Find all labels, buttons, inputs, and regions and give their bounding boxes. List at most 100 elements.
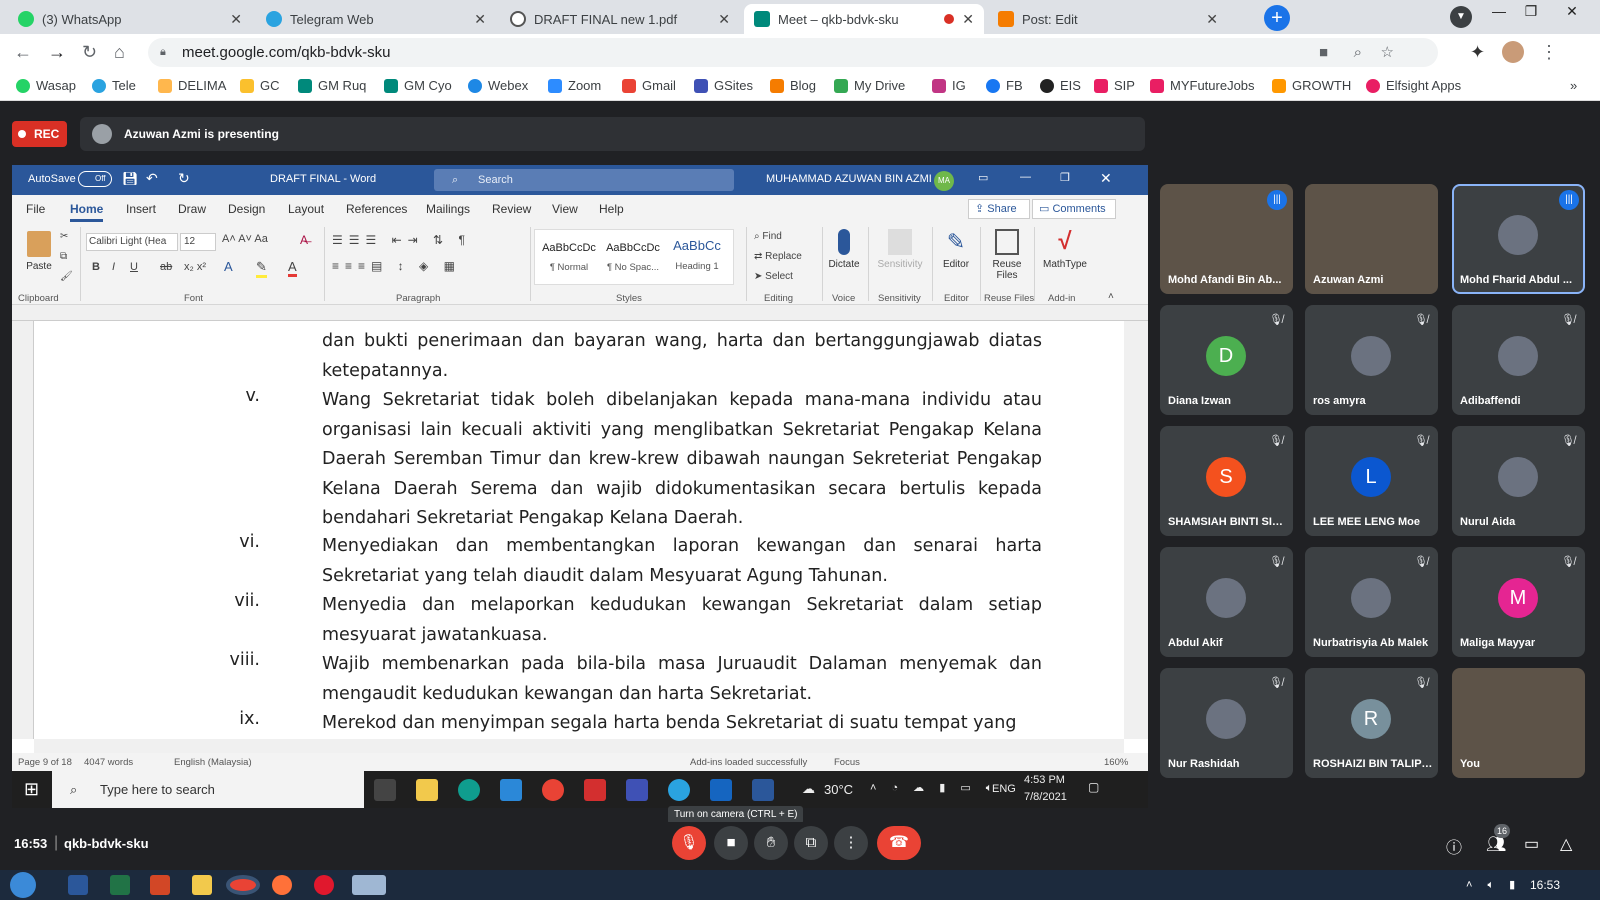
menu-icon[interactable]: ⋮ — [1540, 42, 1558, 63]
find-button[interactable]: ⌕ Find — [754, 231, 782, 242]
participant-tile[interactable]: S 🎙︎̸ SHAMSIAH BINTI SID... — [1160, 426, 1293, 536]
close-window-icon[interactable]: ✕ — [1552, 0, 1592, 24]
forward-icon[interactable]: → — [48, 42, 66, 63]
bookmark-zoom[interactable]: Zoom — [548, 78, 601, 93]
task-view-icon[interactable] — [374, 779, 396, 801]
microphone-off-button[interactable]: 🎙︎ — [672, 826, 706, 860]
italic-icon[interactable]: I — [112, 261, 115, 273]
chrome-icon[interactable] — [542, 779, 564, 801]
mathtype-button[interactable]: √ MathType — [1038, 229, 1092, 271]
chevron-right-icon[interactable]: » — [1570, 78, 1577, 93]
back-icon[interactable]: ← — [14, 42, 32, 63]
redo-icon[interactable]: ↻ — [178, 170, 190, 187]
reuse-files-button[interactable]: Reuse Files — [984, 229, 1030, 281]
bookmark-my-drive[interactable]: My Drive — [834, 78, 905, 93]
tab-references[interactable]: References — [346, 202, 407, 216]
bold-icon[interactable]: B — [92, 261, 100, 273]
camera-icon[interactable]: ■ — [1319, 38, 1328, 67]
close-icon[interactable]: ✕ — [230, 11, 242, 28]
participant-tile[interactable]: 🎙︎̸ Adibaffendi — [1452, 305, 1585, 415]
grow-font-icon[interactable]: A˄ A˅ Aa — [222, 233, 268, 245]
bookmark-delima[interactable]: DELIMA — [158, 78, 226, 93]
undo-icon[interactable]: ↶ — [146, 170, 158, 187]
horizontal-ruler[interactable] — [12, 305, 1148, 321]
participant-tile[interactable]: 🎙︎̸ Nurul Aida — [1452, 426, 1585, 536]
raise-hand-button[interactable]: ✋︎ — [754, 826, 788, 860]
participant-tile[interactable]: R 🎙︎̸ ROSHAIZI BIN TALIP ... — [1305, 668, 1438, 778]
tab-insert[interactable]: Insert — [126, 202, 156, 216]
clock-time[interactable]: 4:53 PM — [1024, 774, 1065, 786]
chrome-icon[interactable] — [226, 875, 260, 895]
bookmark-gm-cyo[interactable]: GM Cyo — [384, 78, 452, 93]
chevron-down-icon[interactable]: ▼ — [1450, 6, 1472, 28]
share-button[interactable]: ⇪ Share — [968, 199, 1030, 219]
minimize-icon[interactable]: — — [1020, 171, 1031, 183]
save-icon[interactable]: 💾︎ — [122, 171, 139, 187]
subscript-icon[interactable]: x₂ x² — [184, 261, 206, 273]
participant-tile[interactable]: 🎙︎̸ Abdul Akif — [1160, 547, 1293, 657]
vertical-ruler[interactable] — [12, 321, 34, 739]
input-language[interactable]: ENG — [992, 783, 1016, 795]
end-call-button[interactable]: ☎ — [877, 826, 921, 860]
tray-icons[interactable]: ˄ 🔈︎ ▮ — [1466, 878, 1521, 892]
participant-tile[interactable]: M 🎙︎̸ Maliga Mayyar — [1452, 547, 1585, 657]
notification-icon[interactable]: ▢ — [1088, 780, 1099, 794]
bookmark-gc[interactable]: GC — [240, 78, 280, 93]
document-page[interactable]: dan bukti penerimaan dan bayaran wang, h… — [34, 321, 1124, 739]
bookmark-ig[interactable]: IG — [932, 78, 966, 93]
style-no-spacing[interactable]: AaBbCcDc ¶ No Spac... — [601, 242, 665, 273]
pdf-app-icon[interactable] — [584, 779, 606, 801]
participant-tile[interactable]: Azuwan Azmi — [1305, 184, 1438, 294]
word-count[interactable]: 4047 words — [84, 757, 133, 768]
vertical-scrollbar[interactable] — [1124, 321, 1148, 739]
extensions-icon[interactable]: ✦ — [1470, 42, 1485, 63]
close-icon[interactable]: ✕ — [718, 11, 730, 28]
participant-tile[interactable]: D 🎙︎̸ Diana Izwan — [1160, 305, 1293, 415]
powerpoint-icon[interactable] — [150, 875, 170, 895]
bookmark-growth[interactable]: GROWTH — [1272, 78, 1351, 93]
reload-icon[interactable]: ↻ — [82, 42, 97, 63]
tab-home[interactable]: Home — [70, 202, 104, 222]
firefox-icon[interactable] — [272, 875, 292, 895]
webex-icon[interactable] — [626, 779, 648, 801]
tab-mailings[interactable]: Mailings — [426, 202, 470, 216]
photos-icon[interactable] — [710, 779, 732, 801]
clear-format-icon[interactable]: A̶ — [300, 233, 308, 247]
text-effects-icon[interactable]: A — [224, 259, 233, 274]
file-explorer-icon[interactable] — [416, 779, 438, 801]
paste-button[interactable]: Paste — [24, 231, 54, 272]
word-icon[interactable] — [68, 875, 88, 895]
style-normal[interactable]: AaBbCcDc ¶ Normal — [539, 242, 599, 273]
participant-tile[interactable]: You — [1452, 668, 1585, 778]
underline-icon[interactable]: U — [130, 261, 138, 273]
tab-layout[interactable]: Layout — [288, 202, 324, 216]
autosave-toggle[interactable]: Off — [78, 171, 112, 187]
bookmark-myfuturejobs[interactable]: MYFutureJobs — [1150, 78, 1255, 93]
clock-date[interactable]: 7/8/2021 — [1024, 791, 1067, 803]
activities-icon[interactable]: △ — [1560, 834, 1572, 854]
bookmark-webex[interactable]: Webex — [468, 78, 528, 93]
copy-icon[interactable]: ⧉ — [60, 251, 67, 262]
page-indicator[interactable]: Page 9 of 18 — [18, 757, 72, 768]
camera-button[interactable]: ■ — [714, 826, 748, 860]
focus-button[interactable]: Focus — [834, 757, 860, 768]
style-heading1[interactable]: AaBbCc Heading 1 — [667, 238, 727, 272]
font-color-icon[interactable]: A — [288, 259, 297, 277]
zoom-icon[interactable]: ⌕ — [1354, 38, 1362, 67]
mail-icon[interactable] — [500, 779, 522, 801]
horizontal-scrollbar[interactable] — [34, 739, 1124, 753]
tab-draw[interactable]: Draw — [178, 202, 206, 216]
maximize-icon[interactable]: ❐ — [1516, 0, 1546, 24]
participant-tile[interactable]: 🎙︎̸ Nur Rashidah — [1160, 668, 1293, 778]
sensitivity-button[interactable]: Sensitivity — [874, 229, 926, 270]
comments-button[interactable]: ▭ Comments — [1032, 199, 1116, 219]
bookmark-gmail[interactable]: Gmail — [622, 78, 676, 93]
app-icon[interactable] — [352, 875, 386, 895]
telegram-icon[interactable] — [668, 779, 690, 801]
restore-icon[interactable]: ❐ — [1060, 171, 1070, 184]
close-icon[interactable]: ✕ — [1206, 11, 1218, 28]
participant-tile[interactable]: ||| Mohd Fharid Abdul ... — [1452, 184, 1585, 294]
windows-start-orb-icon[interactable] — [10, 872, 36, 898]
font-size-select[interactable]: 12 — [180, 233, 216, 251]
bookmark-sip[interactable]: SIP — [1094, 78, 1135, 93]
